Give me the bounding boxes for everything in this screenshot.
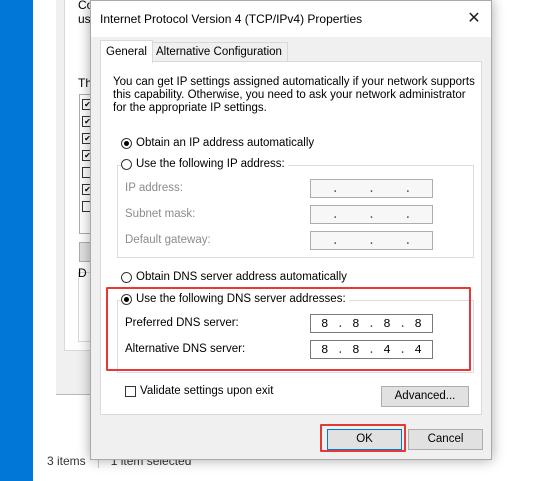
- octet-separator: .: [404, 181, 412, 196]
- dns-highlight-box: [106, 287, 471, 371]
- tab-general[interactable]: General: [100, 40, 153, 63]
- ok-highlight-box: [320, 424, 406, 452]
- octet-separator: .: [331, 233, 339, 248]
- title-bar: Internet Protocol Version 4 (TCP/IPv4) P…: [91, 1, 491, 37]
- dns-auto-radio[interactable]: [121, 271, 132, 283]
- octet-separator: .: [331, 181, 339, 196]
- ip-manual-label: Use the following IP address:: [136, 158, 285, 170]
- ip-auto-radio[interactable]: [121, 137, 132, 149]
- close-icon[interactable]: ✕: [463, 8, 485, 30]
- dialog-title: Internet Protocol Version 4 (TCP/IPv4) P…: [100, 12, 363, 26]
- octet-separator: .: [331, 207, 339, 222]
- octet-separator: .: [404, 207, 412, 222]
- cancel-button[interactable]: Cancel: [408, 429, 483, 450]
- dns-auto-label: Obtain DNS server address automatically: [136, 271, 347, 283]
- status-item-count: 3 items: [47, 454, 86, 468]
- octet-separator: .: [367, 233, 376, 248]
- validate-settings-row[interactable]: Validate settings upon exit: [125, 385, 273, 397]
- tab-alternative-configuration[interactable]: Alternative Configuration: [150, 42, 288, 62]
- default-gateway-field[interactable]: . . .: [310, 231, 433, 250]
- octet-separator: .: [367, 207, 376, 222]
- default-gateway-label: Default gateway:: [125, 234, 211, 246]
- validate-settings-checkbox[interactable]: [125, 385, 136, 397]
- ipv4-properties-dialog: Internet Protocol Version 4 (TCP/IPv4) P…: [90, 0, 492, 460]
- subnet-mask-field[interactable]: . . .: [310, 205, 433, 224]
- ip-auto-label: Obtain an IP address automatically: [136, 137, 315, 149]
- subnet-mask-label: Subnet mask:: [125, 208, 196, 220]
- ip-auto-radio-row[interactable]: Obtain an IP address automatically: [121, 137, 314, 149]
- advanced-button[interactable]: Advanced...: [381, 386, 469, 407]
- dns-auto-radio-row[interactable]: Obtain DNS server address automatically: [121, 271, 347, 283]
- octet-separator: .: [367, 181, 376, 196]
- validate-settings-label: Validate settings upon exit: [140, 385, 274, 397]
- ip-manual-radio-row[interactable]: Use the following IP address:: [121, 158, 288, 170]
- description-label: D: [78, 266, 87, 280]
- intro-text: You can get IP settings assigned automat…: [113, 76, 475, 114]
- octet-separator: .: [404, 233, 412, 248]
- ip-manual-radio[interactable]: [121, 158, 132, 170]
- ip-address-field[interactable]: . . .: [310, 179, 433, 198]
- ip-address-label: IP address:: [125, 182, 183, 194]
